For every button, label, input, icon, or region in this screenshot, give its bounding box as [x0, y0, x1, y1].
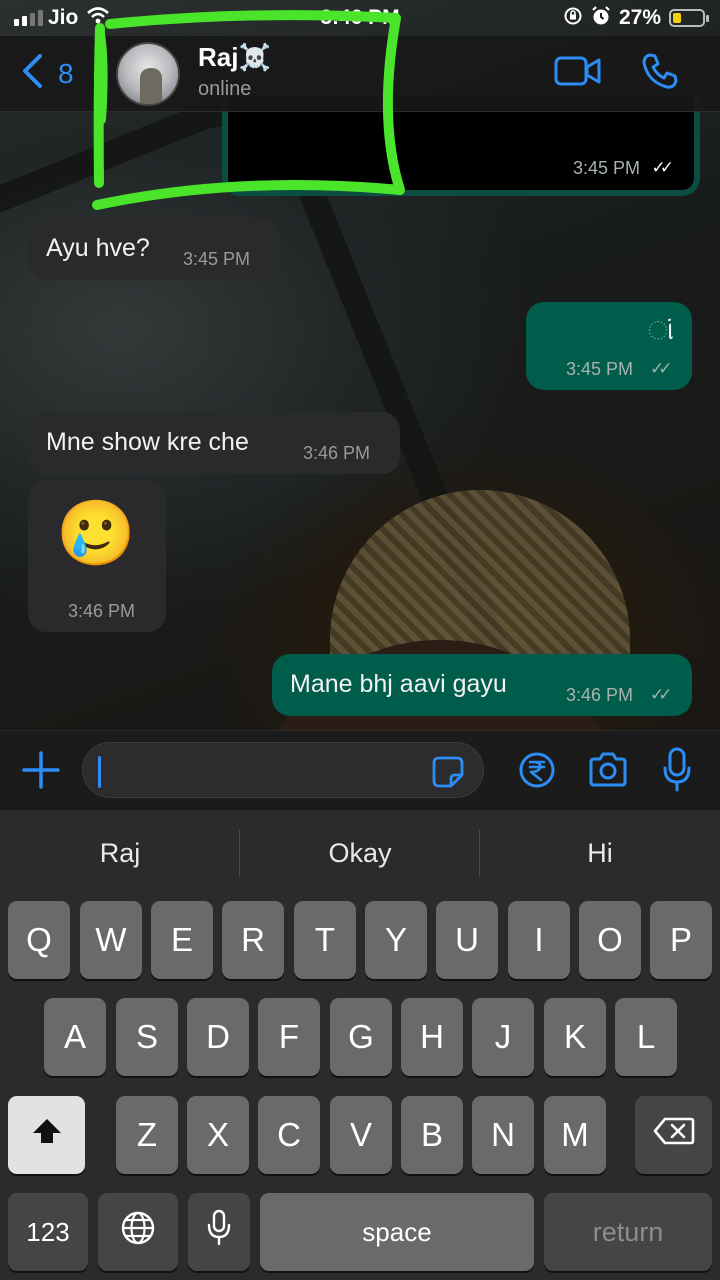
status-time: 3:46 PM: [320, 6, 400, 29]
suggestion-item[interactable]: Hi: [480, 838, 720, 869]
rotation-lock-icon: [563, 6, 583, 32]
message-bubble-outgoing[interactable]: Mane bhj aavi gayu 3:46 PM ✓✓: [272, 654, 692, 716]
key-l[interactable]: L: [615, 998, 677, 1076]
delivered-ticks-icon: ✓✓: [650, 685, 672, 704]
battery-fill: [673, 13, 681, 23]
back-button[interactable]: 8: [20, 52, 74, 95]
message-composer: [0, 730, 720, 810]
read-ticks-icon: ✓✓: [651, 158, 674, 177]
message-text: Mane bhj aavi gayu: [290, 670, 507, 698]
key-u[interactable]: U: [436, 901, 498, 979]
backspace-icon: [653, 1116, 695, 1154]
battery-icon: [669, 9, 709, 27]
suggestion-item[interactable]: Raj: [0, 838, 240, 869]
dictation-key[interactable]: [188, 1193, 250, 1271]
key-n[interactable]: N: [472, 1096, 534, 1174]
key-o[interactable]: O: [579, 901, 641, 979]
contact-name[interactable]: Raj☠️: [198, 42, 271, 73]
key-p[interactable]: P: [650, 901, 712, 979]
message-text: Mne show kre che: [46, 428, 249, 456]
space-key[interactable]: space: [260, 1193, 534, 1271]
globe-icon: [119, 1209, 157, 1255]
key-s[interactable]: S: [116, 998, 178, 1076]
globe-key[interactable]: [98, 1193, 178, 1271]
key-m[interactable]: M: [544, 1096, 606, 1174]
key-a[interactable]: A: [44, 998, 106, 1076]
avatar[interactable]: [116, 42, 180, 106]
message-bubble-outgoing[interactable]: ાં 3:45 PM ✓✓: [526, 302, 692, 390]
plus-icon[interactable]: [20, 749, 62, 796]
camera-icon[interactable]: [587, 751, 629, 794]
shift-key[interactable]: [8, 1096, 85, 1174]
message-time: 3:45 PM: [183, 249, 251, 269]
message-bubble-incoming-emoji[interactable]: 🥲 3:46 PM: [28, 480, 166, 632]
key-g[interactable]: G: [330, 998, 392, 1076]
key-f[interactable]: F: [258, 998, 320, 1076]
key-c[interactable]: C: [258, 1096, 320, 1174]
message-time: 3:46 PM: [68, 601, 136, 621]
status-bar: Jio 3:46 PM 27%: [0, 0, 720, 36]
key-z[interactable]: Z: [116, 1096, 178, 1174]
key-j[interactable]: J: [472, 998, 534, 1076]
key-q[interactable]: Q: [8, 901, 70, 979]
message-input[interactable]: [82, 742, 484, 798]
chevron-left-icon: [20, 52, 44, 95]
payment-icon[interactable]: [518, 751, 556, 794]
message-text: Ayu hve?: [46, 234, 150, 262]
key-x[interactable]: X: [187, 1096, 249, 1174]
key-e[interactable]: E: [151, 901, 213, 979]
keyboard: Raj Okay Hi Q W E R T Y U I O P A S D F …: [0, 810, 720, 1280]
suggestion-item[interactable]: Okay: [240, 838, 480, 869]
key-d[interactable]: D: [187, 998, 249, 1076]
message-time: 3:46 PM: [566, 685, 634, 705]
mic-icon: [207, 1209, 231, 1255]
key-i[interactable]: I: [508, 901, 570, 979]
alarm-icon: [590, 5, 612, 33]
video-call-icon[interactable]: [554, 54, 602, 93]
numbers-key[interactable]: 123: [8, 1193, 88, 1271]
key-w[interactable]: W: [80, 901, 142, 979]
phone-icon[interactable]: [640, 51, 680, 96]
battery-percent: 27%: [619, 6, 662, 29]
key-y[interactable]: Y: [365, 901, 427, 979]
sticker-icon[interactable]: [431, 755, 465, 794]
message-text: ાં: [648, 316, 674, 345]
predictive-suggestions: Raj Okay Hi: [0, 810, 720, 896]
key-h[interactable]: H: [401, 998, 463, 1076]
key-r[interactable]: R: [222, 901, 284, 979]
unread-count: 8: [58, 57, 74, 89]
message-time: 3:46 PM: [303, 443, 371, 463]
chat-header: 8 Raj☠️ online: [0, 36, 720, 112]
presence-status: online: [198, 78, 252, 100]
mic-icon[interactable]: [662, 747, 692, 798]
key-t[interactable]: T: [294, 901, 356, 979]
message-time: 3:45 PM: [572, 158, 640, 178]
key-k[interactable]: K: [544, 998, 606, 1076]
key-v[interactable]: V: [330, 1096, 392, 1174]
message-time: 3:45 PM: [566, 359, 634, 379]
delivered-ticks-icon: ✓✓: [650, 359, 672, 378]
message-emoji: 🥲: [56, 497, 136, 569]
shift-icon: [30, 1116, 64, 1154]
backspace-key[interactable]: [635, 1096, 712, 1174]
text-caret: [98, 756, 101, 788]
key-b[interactable]: B: [401, 1096, 463, 1174]
return-key[interactable]: return: [544, 1193, 712, 1271]
message-bubble-incoming[interactable]: Ayu hve? 3:45 PM: [28, 218, 280, 280]
message-bubble-incoming[interactable]: Mne show kre che 3:46 PM: [28, 412, 400, 474]
